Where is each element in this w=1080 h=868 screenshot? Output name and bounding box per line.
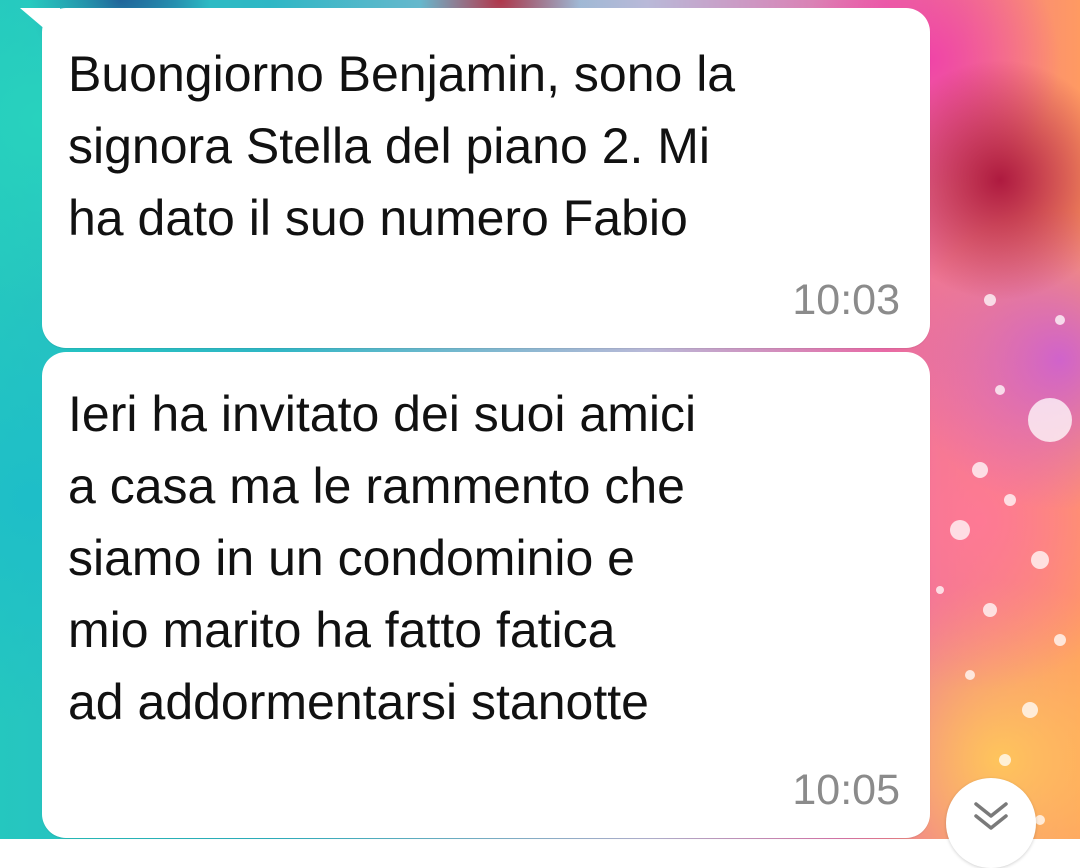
message-timestamp: 10:03 bbox=[792, 276, 900, 324]
message-bubble-incoming[interactable]: Ieri ha invitato dei suoi amici a casa m… bbox=[42, 352, 930, 838]
scroll-to-bottom-button[interactable] bbox=[946, 778, 1036, 868]
message-text: Ieri ha invitato dei suoi amici a casa m… bbox=[68, 386, 697, 730]
message-timestamp: 10:05 bbox=[792, 766, 900, 814]
double-chevron-down-icon bbox=[974, 802, 1008, 830]
message-bubble-incoming[interactable]: Buongiorno Benjamin, sono la signora Ste… bbox=[20, 8, 930, 348]
message-text: Buongiorno Benjamin, sono la signora Ste… bbox=[68, 46, 736, 246]
